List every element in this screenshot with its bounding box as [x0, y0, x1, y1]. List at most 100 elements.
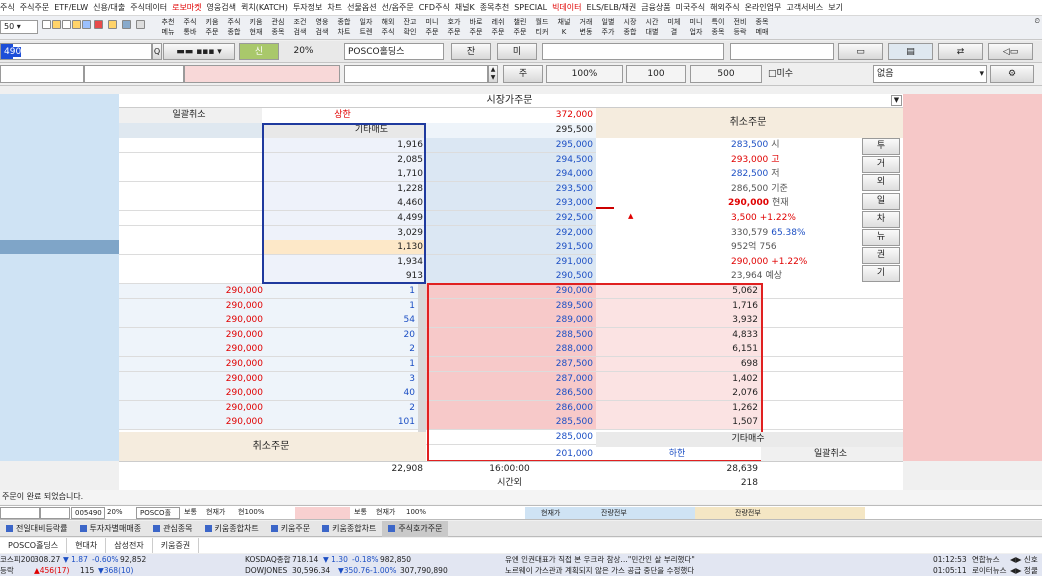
bottom-account-field[interactable] — [0, 507, 40, 519]
balance-button[interactable]: 잔 — [451, 43, 491, 60]
watchlist-item[interactable]: 삼성전자 — [106, 538, 153, 553]
toolbar-button[interactable]: 키움 주문 — [202, 17, 222, 37]
menu-item[interactable]: 온라인업무 — [745, 2, 782, 13]
blank-field-1[interactable] — [0, 65, 84, 83]
menu-item[interactable]: 빅데이터 — [552, 2, 581, 13]
menu-item[interactable]: 선/옵주문 — [382, 2, 414, 13]
window-icon[interactable] — [122, 20, 131, 29]
bottom-rate-2[interactable]: 100% — [406, 506, 436, 521]
cancel-order-button-2[interactable]: 취소주문 — [119, 432, 426, 462]
toolbar-button[interactable]: 거래 변동 — [576, 17, 596, 37]
credit-button[interactable]: 신 — [239, 43, 279, 60]
stock-code-input[interactable]: 490 — [0, 43, 152, 60]
toolbar-button[interactable]: 일별 주가 — [598, 17, 618, 37]
side-tab-button[interactable]: 거 — [862, 156, 900, 174]
toolbar-button[interactable]: 시간 대별 — [642, 17, 662, 37]
cancel-all-sell-button[interactable]: 일괄취소 — [119, 108, 262, 123]
speaker-icon[interactable]: ◁▭ — [988, 43, 1033, 60]
toolbar-button[interactable]: 전비 등락 — [730, 17, 750, 37]
toolbar-button[interactable]: 특이 종목 — [708, 17, 728, 37]
ask-price[interactable]: 292,000 — [426, 225, 596, 241]
bottom-normal[interactable]: 보통 — [184, 506, 204, 521]
window-tab[interactable]: 전일대비등락률 — [0, 523, 74, 534]
window-tab[interactable]: 키움종합차트 — [316, 523, 382, 534]
window-tab[interactable]: 관심종목 — [147, 523, 198, 534]
ask-price[interactable]: 294,500 — [426, 152, 596, 168]
menu-item[interactable]: ELS/ELB/채권 — [587, 2, 637, 13]
toolbar-button[interactable]: 주식 통바 — [180, 17, 200, 37]
side-tab-button[interactable]: 뉴 — [862, 229, 900, 246]
ask-price[interactable]: 294,000 — [426, 167, 596, 183]
toolbar-button[interactable]: 챌린 주문 — [510, 17, 530, 37]
chevron-down-icon[interactable]: ▼ — [891, 95, 902, 106]
menu-item[interactable]: 해외주식 — [710, 2, 739, 13]
toolbar-button[interactable]: 주식 종합 — [224, 17, 244, 37]
toolbar-button[interactable]: 추천 메뉴 — [158, 17, 178, 37]
ask-price[interactable]: 291,500 — [426, 240, 596, 256]
window-tab[interactable]: 투자자별매매종 — [74, 523, 148, 534]
menu-item[interactable]: 선물옵션 — [347, 2, 376, 13]
menu-item[interactable]: 고객서비스 — [786, 2, 823, 13]
toolbar-button[interactable]: 미니 업자 — [686, 17, 706, 37]
margin-checkbox[interactable]: □미수 — [768, 67, 808, 82]
ask-price[interactable]: 293,000 — [426, 196, 596, 212]
window-tab[interactable]: 키움종합차트 — [199, 523, 265, 534]
monitor-icon[interactable] — [82, 20, 91, 29]
blank-field-2[interactable] — [84, 65, 184, 83]
ask-price[interactable]: 292,500 — [426, 211, 596, 226]
buy-block[interactable]: 현재가 잔량전부 — [525, 507, 695, 519]
stepper-icon[interactable]: ▲ ▼ — [488, 65, 498, 83]
menu-item[interactable]: 퀵치(KATCH) — [241, 2, 288, 13]
alert-icon[interactable] — [94, 20, 103, 29]
bottom-current-2[interactable]: 현재가 — [376, 506, 406, 521]
menu-item[interactable]: 주식 — [0, 2, 15, 13]
order-type-button[interactable]: ▬▬ ▪▪▪ ▾ — [163, 43, 235, 60]
menu-item[interactable]: 미국주식 — [676, 2, 705, 13]
stock-button[interactable]: 주 — [503, 65, 543, 83]
menu-item[interactable]: ETF/ELW — [54, 3, 88, 12]
toolbar-button[interactable]: 해외 주식 — [378, 17, 398, 37]
bottom-field-2[interactable] — [40, 507, 70, 519]
ask-price[interactable]: 293,500 — [426, 181, 596, 197]
layout-button-1[interactable]: ▭ — [838, 43, 883, 60]
toolbar-button[interactable]: 관심 종목 — [268, 17, 288, 37]
bottom-code-field[interactable]: 005490 — [71, 507, 105, 519]
toolbar-button[interactable]: 잔고 확인 — [400, 17, 420, 37]
side-tab-button[interactable]: 외 — [862, 174, 900, 192]
percent-100-button[interactable]: 100% — [546, 65, 623, 83]
quantity-field[interactable] — [344, 65, 488, 83]
side-tab-button[interactable]: 권 — [862, 247, 900, 265]
layout-button-2[interactable]: ▤ — [888, 43, 933, 60]
settings-icon[interactable]: ⚙ — [990, 65, 1034, 83]
toolbar-button[interactable]: 종합 차트 — [334, 17, 354, 37]
cancel-order-button[interactable]: 취소주문 — [596, 108, 903, 138]
watchlist-item[interactable]: 키움증권 — [153, 538, 200, 553]
ask-price[interactable]: 291,000 — [426, 254, 596, 270]
menu-item[interactable]: 신용/대출 — [93, 2, 125, 13]
menu-item[interactable]: SPECIAL — [514, 3, 547, 12]
ask-price[interactable]: 295,000 — [426, 138, 596, 153]
menu-item[interactable]: 채널K — [455, 2, 475, 13]
toolbar-button[interactable]: 종목 메매 — [752, 17, 772, 37]
watchlist-item[interactable]: POSCO홀딩스 — [0, 538, 68, 553]
bottom-rate[interactable]: 현100% — [238, 506, 288, 521]
search-icon[interactable]: Q — [152, 43, 162, 60]
window-tab[interactable]: 주식호가주문 — [382, 520, 449, 537]
cancel-all-buy-button[interactable]: 일괄취소 — [761, 447, 903, 462]
side-tab-button[interactable]: 투 — [862, 138, 900, 155]
password-field[interactable] — [730, 43, 834, 60]
scrollbar[interactable] — [418, 284, 426, 432]
memo-icon[interactable] — [62, 20, 71, 29]
condition-select[interactable]: 없음 ▾ — [873, 65, 987, 83]
account-field[interactable] — [542, 43, 724, 60]
bottom-normal-2[interactable]: 보통 — [354, 506, 374, 521]
qty-100-button[interactable]: 100 — [626, 65, 686, 83]
folder-icon[interactable] — [52, 20, 61, 29]
menu-item[interactable]: 영웅검색 — [207, 2, 236, 13]
search-icon[interactable] — [42, 20, 51, 29]
lock-icon[interactable] — [72, 20, 81, 29]
unfilled-button[interactable]: 미 — [497, 43, 537, 60]
menu-item[interactable]: 차트 — [327, 2, 342, 13]
screen-number-input[interactable]: 50 ▾ — [0, 20, 38, 34]
toolbar-button[interactable]: 영웅 검색 — [312, 17, 332, 37]
